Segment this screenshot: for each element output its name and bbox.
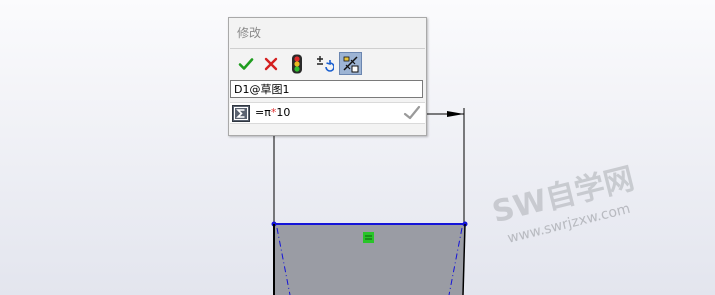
dialog-title: 修改 <box>237 26 262 40</box>
dimension-name-field[interactable]: D1@草图1 <box>230 80 423 98</box>
reverse-dimension-button[interactable] <box>312 52 335 75</box>
x-icon <box>264 57 277 70</box>
horizontal-relation-icon[interactable] <box>363 232 374 243</box>
mark-for-drawing-button[interactable] <box>339 52 362 75</box>
equation-input[interactable]: =π*10 <box>255 106 290 119</box>
equation-row: =π*10 <box>230 102 425 124</box>
equation-prefix: =π <box>255 106 271 119</box>
equation-button[interactable] <box>232 105 250 122</box>
watermark: SW自学网 www.swrjzxw.com <box>489 161 638 246</box>
check-icon <box>238 57 253 70</box>
equation-check-icon[interactable] <box>403 105 421 121</box>
plus-minus-icon <box>316 55 334 72</box>
dimension-tool-icon <box>342 55 358 72</box>
rebuild-button[interactable] <box>285 52 308 75</box>
modify-dialog: 修改 D1@草图1 =π*10 <box>228 17 427 136</box>
equation-suffix: 10 <box>276 106 291 119</box>
confirm-button[interactable] <box>234 52 257 75</box>
dialog-toolbar <box>230 48 425 79</box>
cancel-button[interactable] <box>259 52 282 75</box>
traffic-light-icon <box>291 54 302 73</box>
sigma-icon <box>234 107 248 120</box>
dimension-arrow <box>447 111 464 117</box>
